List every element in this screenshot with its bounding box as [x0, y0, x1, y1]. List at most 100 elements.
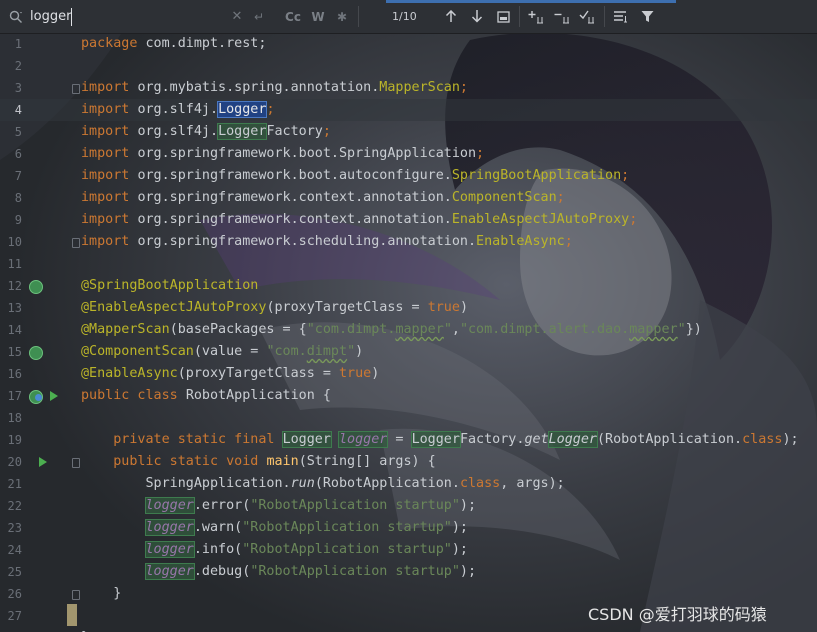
code-text: import org.slf4j.Logger;: [81, 101, 275, 118]
code-text: private static final Logger logger = Log…: [113, 431, 799, 448]
line-number: 12: [7, 279, 22, 293]
code-text: logger.debug("RobotApplication startup")…: [144, 563, 477, 580]
search-match: logger: [144, 519, 195, 536]
spring-bean-icon[interactable]: [29, 280, 43, 294]
fold-icon[interactable]: [72, 84, 80, 94]
code-text: logger.info("RobotApplication startup");: [144, 541, 468, 558]
search-icon[interactable]: [6, 0, 26, 33]
separator: [358, 6, 359, 27]
code-line: 22 logger.error("RobotApplication startu…: [0, 495, 817, 517]
line-number: 8: [14, 191, 22, 205]
search-input[interactable]: [30, 8, 230, 26]
code-line: 7 import org.springframework.boot.autoco…: [0, 165, 817, 187]
code-text: import org.springframework.scheduling.an…: [81, 234, 573, 249]
line-number: 15: [7, 345, 22, 359]
line-number: 1: [14, 37, 22, 51]
line-number: 14: [7, 323, 22, 337]
code-text: @EnableAspectJAutoProxy(proxyTargetClass…: [81, 300, 468, 315]
clear-icon[interactable]: ✕: [230, 0, 244, 33]
code-text: @SpringBootApplication: [81, 278, 259, 293]
words-button[interactable]: W: [309, 0, 327, 33]
code-text: import org.springframework.boot.autoconf…: [81, 168, 630, 183]
fold-icon[interactable]: [72, 458, 80, 468]
line-number: 20: [7, 455, 22, 469]
code-line: 11: [0, 253, 817, 275]
code-line: 12 @SpringBootApplication: [0, 275, 817, 297]
code-editor[interactable]: 1 package com.dimpt.rest; 2 3 import org…: [0, 33, 817, 632]
code-line: 14 @MapperScan(basePackages = {"com.dimp…: [0, 319, 817, 341]
regex-icon[interactable]: ✱: [334, 0, 350, 33]
code-text: logger.error("RobotApplication startup")…: [144, 497, 477, 514]
code-line-current: 4 import org.slf4j.Logger;: [0, 99, 817, 121]
arrow-down-icon[interactable]: [469, 0, 485, 33]
code-line: 16 @EnableAsync(proxyTargetClass = true): [0, 363, 817, 385]
code-text: import org.mybatis.spring.annotation.Map…: [81, 80, 468, 95]
add-selection-icon[interactable]: [527, 0, 547, 33]
search-match: Logger: [217, 123, 268, 140]
caret-row-marker: [67, 604, 77, 626]
search-match: logger: [144, 563, 195, 580]
line-number: 16: [7, 367, 22, 381]
line-number: 21: [7, 477, 22, 491]
code-line: 21 SpringApplication.run(RobotApplicatio…: [0, 473, 817, 495]
code-line: 2: [0, 55, 817, 77]
separator: [604, 6, 605, 27]
current-search-match: Logger: [217, 101, 268, 118]
line-number: 5: [14, 125, 22, 139]
code-line: 1 package com.dimpt.rest;: [0, 33, 817, 55]
code-text: public class RobotApplication {: [81, 388, 331, 403]
code-line: 23 logger.warn("RobotApplication startup…: [0, 517, 817, 539]
filter-options-icon[interactable]: [612, 0, 630, 33]
line-number: 11: [7, 257, 22, 271]
line-number: 4: [14, 103, 22, 117]
line-number: 23: [7, 521, 22, 535]
line-number: 26: [7, 587, 22, 601]
match-count: 1/10: [392, 10, 417, 23]
run-icon[interactable]: [39, 457, 47, 467]
code-line: 9 import org.springframework.context.ann…: [0, 209, 817, 231]
search-match: logger: [144, 497, 195, 514]
line-number: 18: [7, 411, 22, 425]
run-icon[interactable]: [50, 391, 58, 401]
line-number: 27: [7, 609, 22, 623]
line-number: 7: [14, 169, 22, 183]
filter-icon[interactable]: [638, 0, 656, 33]
code-line: 5 import org.slf4j.LoggerFactory;: [0, 121, 817, 143]
search-match: Logger: [547, 431, 599, 448]
find-bar: ✕ ↵ Cc W ✱ 1/10: [0, 0, 817, 34]
code-text: public static void main(String[] args) {: [113, 454, 436, 469]
line-number: 19: [7, 433, 22, 447]
match-case-button[interactable]: Cc: [283, 0, 303, 33]
fold-icon[interactable]: [72, 238, 80, 248]
line-number: 3: [14, 81, 22, 95]
code-text: import org.springframework.boot.SpringAp…: [81, 146, 485, 161]
select-all-icon[interactable]: [578, 0, 598, 33]
ide-window: ✕ ↵ Cc W ✱ 1/10: [0, 0, 817, 632]
select-all-occurrences-icon[interactable]: [495, 0, 511, 33]
code-text: logger.warn("RobotApplication startup");: [144, 519, 468, 536]
search-match: logger: [337, 431, 389, 448]
line-number: 10: [7, 235, 22, 249]
remove-selection-icon[interactable]: [553, 0, 573, 33]
search-match: Logger: [281, 431, 332, 448]
line-number: 24: [7, 543, 22, 557]
watermark: CSDN @爱打羽球的码猿: [588, 605, 767, 624]
code-line: 8 import org.springframework.context.ann…: [0, 187, 817, 209]
code-line: }: [0, 627, 817, 632]
arrow-up-icon[interactable]: [443, 0, 459, 33]
code-text: @EnableAsync(proxyTargetClass = true): [81, 366, 380, 381]
overlay-badge-icon: [35, 394, 42, 401]
line-number: 6: [14, 147, 22, 161]
code-text: @ComponentScan(value = "com.dimpt"): [81, 344, 364, 359]
new-line-icon[interactable]: ↵: [252, 0, 266, 33]
code-line: 19 private static final Logger logger = …: [0, 429, 817, 451]
spring-bean-icon[interactable]: [29, 346, 43, 360]
line-number: 9: [14, 213, 22, 227]
code-text: }: [113, 586, 122, 601]
code-text: import org.springframework.context.annot…: [81, 190, 565, 205]
code-text: import org.slf4j.LoggerFactory;: [81, 123, 331, 140]
fold-icon[interactable]: [72, 590, 80, 600]
code-text: package com.dimpt.rest;: [81, 36, 267, 51]
code-line: 13 @EnableAspectJAutoProxy(proxyTargetCl…: [0, 297, 817, 319]
code-line: 15 @ComponentScan(value = "com.dimpt"): [0, 341, 817, 363]
